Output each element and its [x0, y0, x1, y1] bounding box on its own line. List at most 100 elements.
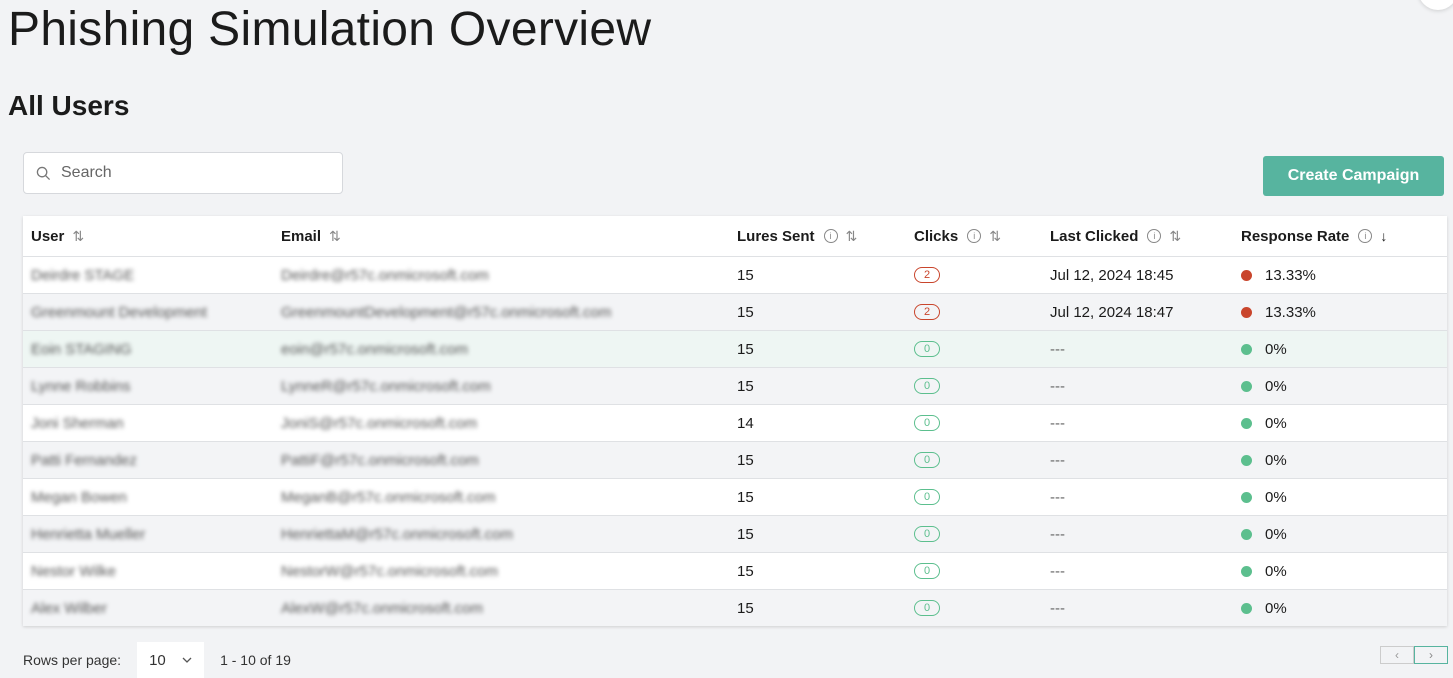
table-row[interactable]: Deirdre STAGE Deirdre@r57c.onmicrosoft.c… [23, 256, 1447, 293]
table-header: User ⇅ Email ⇅ Lures Sent i ⇅ Clicks i ⇅ Last Clic… [23, 216, 1447, 256]
lures-sent: 15 [737, 488, 754, 506]
last-clicked: --- [1050, 525, 1065, 543]
lures-sent: 15 [737, 340, 754, 358]
column-header[interactable]: Email ⇅ [281, 216, 341, 256]
sort-icon[interactable]: ⇅ [329, 228, 341, 245]
sort-icon[interactable]: ⇅ [1169, 228, 1181, 245]
status-dot-icon [1241, 343, 1252, 355]
prev-page-button[interactable]: ‹ [1380, 646, 1414, 664]
status-dot-icon [1241, 565, 1252, 577]
column-label: Response Rate [1241, 227, 1350, 245]
response-rate: 13.33% [1265, 266, 1316, 284]
column-header[interactable]: Lures Sent i ⇅ [737, 216, 857, 256]
sort-icon[interactable]: ⇅ [989, 228, 1001, 245]
section-title: All Users [8, 90, 130, 121]
chevron-left-icon: ‹ [1395, 648, 1399, 662]
user-name: Eoin STAGING [31, 340, 132, 358]
status-dot-icon [1241, 602, 1252, 614]
column-label: Lures Sent [737, 227, 815, 245]
user-name: Deirdre STAGE [31, 266, 135, 284]
lures-sent: 15 [737, 562, 754, 580]
info-icon[interactable]: i [1147, 229, 1162, 243]
lures-sent: 14 [737, 414, 754, 432]
table-row[interactable]: Alex Wilber AlexW@r57c.onmicrosoft.com 1… [23, 589, 1447, 626]
pager: ‹ › [1380, 646, 1448, 664]
user-email: Deirdre@r57c.onmicrosoft.com [281, 266, 489, 284]
column-label: Last Clicked [1050, 227, 1139, 245]
search-input[interactable] [61, 164, 321, 182]
response-rate: 13.33% [1265, 303, 1316, 321]
last-clicked: Jul 12, 2024 18:45 [1050, 266, 1174, 284]
user-name: Lynne Robbins [31, 377, 131, 395]
user-email: PattiF@r57c.onmicrosoft.com [281, 451, 479, 469]
user-email: MeganB@r57c.onmicrosoft.com [281, 488, 496, 506]
response-rate: 0% [1265, 525, 1287, 543]
table-row[interactable]: Nestor Wilke NestorW@r57c.onmicrosoft.co… [23, 552, 1447, 589]
column-header[interactable]: User ⇅ [31, 216, 84, 256]
column-label: Email [281, 227, 322, 245]
table-row[interactable]: Greenmount Development GreenmountDevelop… [23, 293, 1447, 330]
lures-sent: 15 [737, 525, 754, 543]
status-dot-icon [1241, 417, 1252, 429]
status-dot-icon [1241, 491, 1252, 503]
user-email: JoniS@r57c.onmicrosoft.com [281, 414, 478, 432]
clicks-badge: 0 [914, 452, 940, 468]
page-range: 1 - 10 of 19 [220, 652, 291, 668]
user-email: HenriettaM@r57c.onmicrosoft.com [281, 525, 513, 543]
pagination-footer: Rows per page: 10 1 - 10 of 19 [23, 642, 291, 678]
user-name: Nestor Wilke [31, 562, 117, 580]
column-header[interactable]: Last Clicked i ⇅ [1050, 216, 1181, 256]
user-name: Patti Fernandez [31, 451, 137, 469]
user-name: Megan Bowen [31, 488, 127, 506]
sort-icon[interactable]: ⇅ [846, 228, 858, 245]
search-icon [36, 166, 51, 180]
column-label: User [31, 227, 65, 245]
info-icon[interactable]: i [1358, 229, 1373, 243]
user-email: AlexW@r57c.onmicrosoft.com [281, 599, 483, 617]
clicks-badge: 0 [914, 415, 940, 431]
next-page-button[interactable]: › [1414, 646, 1448, 664]
search-box[interactable] [23, 152, 343, 194]
chevron-down-icon [182, 657, 192, 663]
column-header[interactable]: Response Rate i ↓ [1241, 216, 1387, 256]
sort-descending-icon[interactable]: ↓ [1380, 228, 1387, 244]
rows-per-page-label: Rows per page: [23, 652, 122, 668]
info-icon[interactable]: i [967, 229, 982, 243]
table-row[interactable]: Eoin STAGING eoin@r57c.onmicrosoft.com 1… [23, 330, 1447, 367]
table-row[interactable]: Megan Bowen MeganB@r57c.onmicrosoft.com … [23, 478, 1447, 515]
last-clicked: --- [1050, 562, 1065, 580]
table-row[interactable]: Patti Fernandez PattiF@r57c.onmicrosoft.… [23, 441, 1447, 478]
profile-button[interactable] [1418, 0, 1453, 10]
table-row[interactable]: Lynne Robbins LynneR@r57c.onmicrosoft.co… [23, 367, 1447, 404]
table-row[interactable]: Henrietta Mueller HenriettaM@r57c.onmicr… [23, 515, 1447, 552]
clicks-badge: 2 [914, 304, 940, 320]
lures-sent: 15 [737, 303, 754, 321]
last-clicked: --- [1050, 488, 1065, 506]
sort-icon[interactable]: ⇅ [72, 228, 84, 245]
response-rate: 0% [1265, 599, 1287, 617]
user-email: LynneR@r57c.onmicrosoft.com [281, 377, 491, 395]
chevron-right-icon: › [1429, 648, 1433, 662]
status-dot-icon [1241, 380, 1252, 392]
clicks-badge: 0 [914, 341, 940, 357]
last-clicked: --- [1050, 414, 1065, 432]
users-table: User ⇅ Email ⇅ Lures Sent i ⇅ Clicks i ⇅ Last Clic… [23, 216, 1447, 626]
last-clicked: --- [1050, 340, 1065, 358]
rows-per-page-select[interactable]: 10 [137, 642, 205, 678]
lures-sent: 15 [737, 377, 754, 395]
create-campaign-button[interactable]: Create Campaign [1263, 156, 1444, 196]
clicks-badge: 2 [914, 267, 940, 283]
clicks-badge: 0 [914, 563, 940, 579]
status-dot-icon [1241, 306, 1252, 318]
status-dot-icon [1241, 528, 1252, 540]
clicks-badge: 0 [914, 489, 940, 505]
info-icon[interactable]: i [823, 229, 838, 243]
last-clicked: --- [1050, 599, 1065, 617]
response-rate: 0% [1265, 451, 1287, 469]
column-header[interactable]: Clicks i ⇅ [914, 216, 1001, 256]
clicks-badge: 0 [914, 600, 940, 616]
user-name: Joni Sherman [31, 414, 124, 432]
status-dot-icon [1241, 454, 1252, 466]
clicks-badge: 0 [914, 378, 940, 394]
table-row[interactable]: Joni Sherman JoniS@r57c.onmicrosoft.com … [23, 404, 1447, 441]
